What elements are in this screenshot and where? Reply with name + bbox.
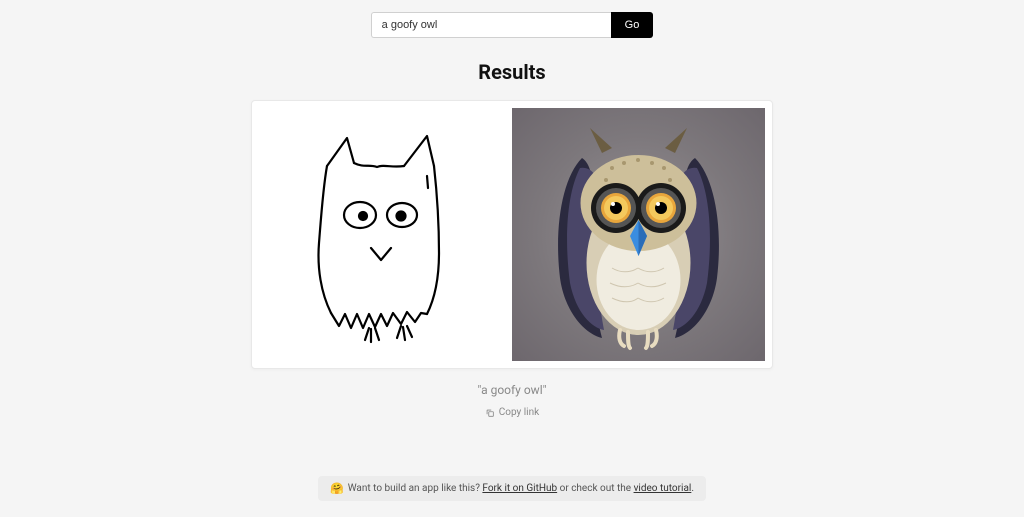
results-card — [251, 100, 773, 369]
footer-prefix: Want to build an app like this? — [348, 483, 483, 494]
results-title: Results — [478, 60, 545, 84]
huggingface-icon: 🤗 — [330, 482, 344, 495]
sketch-panel — [259, 108, 512, 361]
footer-middle: or check out the — [557, 483, 633, 494]
video-tutorial-link[interactable]: video tutorial — [634, 483, 692, 494]
search-bar: Go — [371, 12, 654, 38]
render-panel — [512, 108, 765, 361]
footer-suffix: . — [691, 483, 694, 494]
footer-text: Want to build an app like this? Fork it … — [348, 483, 694, 494]
result-caption: "a goofy owl" — [478, 383, 547, 397]
copy-link-button[interactable]: Copy link — [485, 407, 539, 418]
copy-link-label: Copy link — [499, 407, 539, 418]
go-button[interactable]: Go — [611, 12, 654, 38]
owl-sketch-image — [259, 108, 512, 361]
copy-icon — [485, 408, 495, 418]
search-input[interactable] — [371, 12, 611, 38]
footer-banner: 🤗 Want to build an app like this? Fork i… — [318, 476, 706, 501]
owl-render-image — [512, 108, 765, 361]
fork-github-link[interactable]: Fork it on GitHub — [482, 483, 557, 494]
